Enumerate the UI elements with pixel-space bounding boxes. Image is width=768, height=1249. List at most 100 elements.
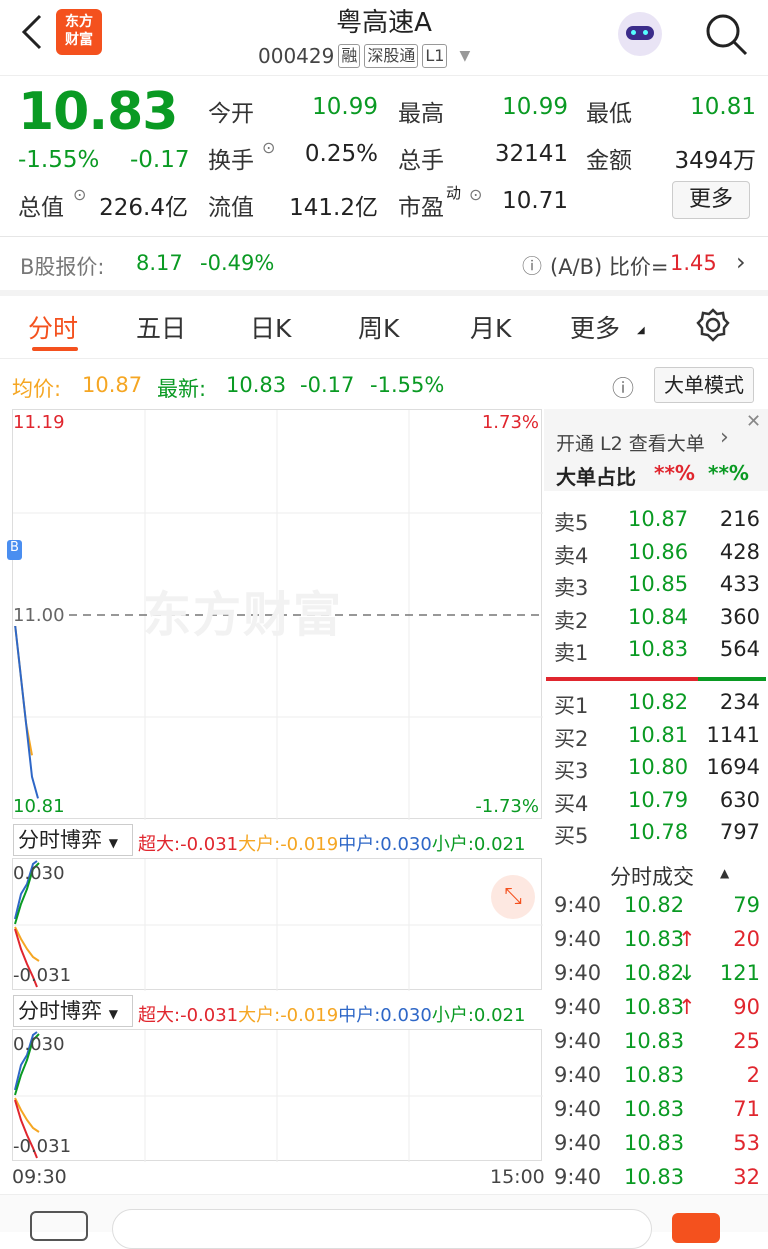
last-label: 最新: <box>157 377 207 401</box>
trade-price: 10.83 <box>624 1029 685 1053</box>
help-icon[interactable]: ⓘ <box>522 250 542 279</box>
bshare-price: 8.17 <box>136 251 183 275</box>
l2-panel[interactable]: 开通 L2 查看大单 › 大单占比 **% **% ✕ <box>544 409 768 491</box>
tab-indicator <box>32 347 78 351</box>
stock-code: 000429 <box>258 44 335 68</box>
trade-time: 9:40 <box>554 1165 602 1189</box>
robot-avatar-icon[interactable] <box>618 12 662 56</box>
bid-label: 买3 <box>554 759 589 783</box>
chevron-right-icon[interactable]: › <box>736 248 746 276</box>
post-button[interactable] <box>672 1213 720 1243</box>
comment-input[interactable] <box>112 1209 652 1249</box>
expand-icon[interactable]: ⤡ <box>491 875 535 919</box>
info-icon[interactable]: ⊙ <box>469 185 482 204</box>
chevron-right-icon: › <box>720 425 729 450</box>
trades-title: 分时成交 <box>610 865 694 889</box>
gear-icon[interactable] <box>696 308 730 342</box>
trade-time: 9:40 <box>554 1029 602 1053</box>
bid-price: 10.78 <box>628 820 689 844</box>
tab-intraday[interactable]: 分时 <box>28 309 78 345</box>
bid-label: 买1 <box>554 694 589 718</box>
pct-min-label: -1.73% <box>475 796 539 817</box>
ask-row[interactable]: 卖4 10.86 428 <box>554 540 760 572</box>
trade-time: 9:40 <box>554 1097 602 1121</box>
l2-promo[interactable]: 开通 L2 查看大单 <box>556 429 705 456</box>
ask-label: 卖1 <box>554 641 589 665</box>
bid-row[interactable]: 买2 10.81 1141 <box>554 723 760 755</box>
time-start: 09:30 <box>12 1166 67 1188</box>
help-icon[interactable]: ⓘ <box>612 371 634 403</box>
flow-select[interactable]: 分时博弈 ▼ <box>13 824 133 856</box>
tab-5day[interactable]: 五日 <box>136 309 186 345</box>
bottom-bar <box>0 1194 768 1249</box>
intraday-chart[interactable]: 东方财富 11.19 1.73% 11.00 10.81 -1.73% B <box>7 409 543 820</box>
tab-daily-k[interactable]: 日K <box>250 309 291 345</box>
pe-sup: 动 <box>446 184 462 202</box>
trade-volume: 25 <box>733 1029 760 1053</box>
big-order-ratio-label: 大单占比 <box>556 465 636 489</box>
info-icon[interactable]: ⊙ <box>262 138 275 157</box>
high-value: 10.99 <box>502 94 568 120</box>
close-icon[interactable]: ✕ <box>746 411 761 432</box>
float-label: 流值 <box>208 195 254 221</box>
turnover-label: 换手 <box>208 148 254 174</box>
pe-label: 市盈 <box>398 195 444 221</box>
search-icon[interactable] <box>704 12 748 56</box>
trade-price: 10.82 <box>624 961 685 985</box>
bid-row[interactable]: 买5 10.78 797 <box>554 820 760 852</box>
bid-row[interactable]: 买3 10.80 1694 <box>554 755 760 787</box>
big-order-mode-button[interactable]: 大单模式 <box>654 367 754 403</box>
pe-value: 10.71 <box>502 188 568 214</box>
last-chg: -0.17 <box>300 373 355 397</box>
ask-volume: 360 <box>719 604 760 629</box>
triangle-icon: ◢ <box>637 325 645 336</box>
bid-volume: 797 <box>719 820 760 844</box>
flow-bottom-label: -0.031 <box>13 965 72 986</box>
trade-price: 10.82 <box>624 893 685 917</box>
amount-value: 3494万 <box>674 148 756 174</box>
ask-row[interactable]: 卖1 10.83 564 <box>554 637 760 669</box>
flow-select[interactable]: 分时博弈 ▼ <box>13 995 133 1027</box>
bid-label: 买4 <box>554 791 589 816</box>
ask-row[interactable]: 卖2 10.84 360 <box>554 605 760 637</box>
low-value: 10.81 <box>690 94 756 120</box>
caret-up-icon[interactable]: ▲ <box>720 866 729 880</box>
caret-down-icon[interactable]: ▼ <box>459 48 470 64</box>
info-icon[interactable]: ⊙ <box>73 185 86 204</box>
ab-ratio-value: 1.45 <box>670 251 717 275</box>
bid-price: 10.81 <box>628 722 689 747</box>
stock-subtitle: 000429 融 深股通 L1 ▼ <box>258 44 470 68</box>
ask-row[interactable]: 卖5 10.87 216 <box>554 507 760 539</box>
flow-chart-svg <box>13 859 543 991</box>
amount-label: 金额 <box>586 148 632 174</box>
flow-chart-1: 0.030 -0.031 ⤡ <box>12 858 543 991</box>
bid-label: 买2 <box>554 726 589 751</box>
bid-row[interactable]: 买4 10.79 630 <box>554 788 760 820</box>
tag-margin: 融 <box>338 44 361 68</box>
turnover-value: 0.25% <box>304 141 378 167</box>
last-value: 10.83 <box>226 373 287 397</box>
bid-row[interactable]: 买1 10.82 234 <box>554 690 760 722</box>
bid-volume: 1694 <box>706 755 760 779</box>
ask-price: 10.85 <box>628 572 689 596</box>
trade-volume: 20 <box>733 927 760 951</box>
ask-row[interactable]: 卖3 10.85 433 <box>554 572 760 604</box>
flow-chart-svg <box>13 1030 543 1162</box>
trade-time: 9:40 <box>554 961 602 985</box>
trade-volume: 2 <box>746 1063 760 1087</box>
tab-monthly-k[interactable]: 月K <box>470 309 511 345</box>
bid-ask-bar-green <box>698 677 766 681</box>
bshare-pct: -0.49% <box>200 251 275 275</box>
ask-volume: 433 <box>719 572 760 596</box>
trade-row: 9:40 10.83 71 <box>554 1097 760 1129</box>
trade-arrow-icon: ↓ <box>678 961 696 985</box>
tab-more[interactable]: 更多 <box>570 309 620 345</box>
b-badge[interactable]: B <box>7 540 22 560</box>
more-button[interactable]: 更多 <box>672 181 750 219</box>
ask-volume: 564 <box>719 637 760 661</box>
trade-volume: 90 <box>733 995 760 1019</box>
ask-price: 10.86 <box>628 539 689 564</box>
keyboard-icon[interactable] <box>30 1211 88 1241</box>
y-max-label: 11.19 <box>13 412 65 433</box>
tab-weekly-k[interactable]: 周K <box>358 309 399 345</box>
